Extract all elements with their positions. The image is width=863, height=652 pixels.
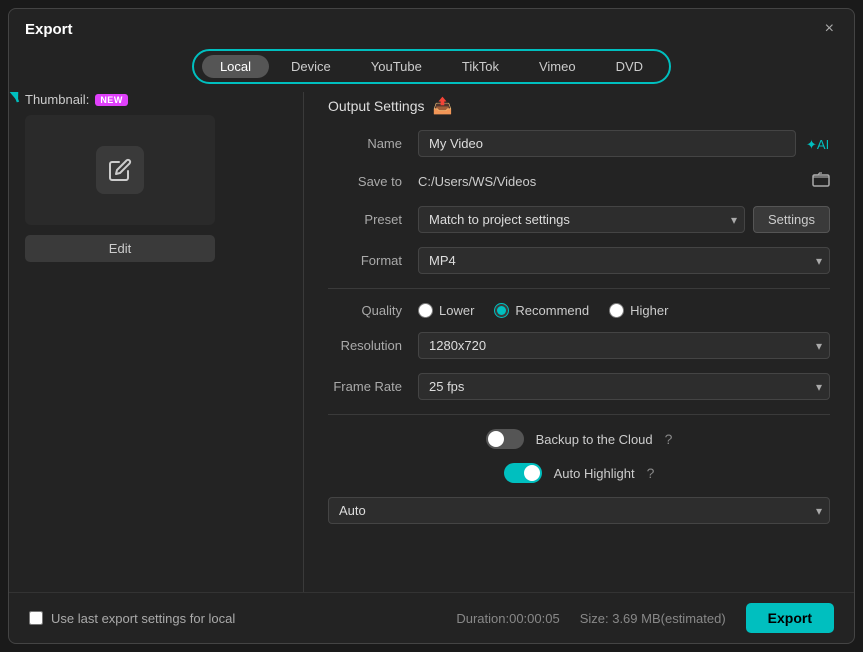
tab-tiktok[interactable]: TikTok	[444, 55, 517, 78]
right-panel: Output Settings 📤 Name ✦AI Save to	[312, 92, 838, 592]
backup-label: Backup to the Cloud	[536, 432, 653, 447]
save-to-label: Save to	[328, 174, 418, 189]
frame-rate-label: Frame Rate	[328, 379, 418, 394]
tabs-row: Local Device YouTube TikTok Vimeo DVD	[9, 39, 854, 92]
main-content: Thumbnail: NEW Edit Output Settings 📤	[9, 92, 854, 592]
output-settings-title-row: Output Settings 📤	[328, 96, 830, 116]
auto-highlight-row: Auto Highlight ?	[328, 463, 830, 483]
thumbnail-label-row: Thumbnail: NEW	[25, 92, 128, 107]
export-button[interactable]: Export	[746, 603, 834, 633]
left-panel: Thumbnail: NEW Edit	[25, 92, 295, 592]
format-select-wrapper: MP4	[418, 247, 830, 274]
quality-lower-radio[interactable]	[418, 303, 433, 318]
name-label: Name	[328, 136, 418, 151]
preset-label: Preset	[328, 212, 418, 227]
svg-text:✦AI: ✦AI	[806, 137, 828, 152]
name-input[interactable]	[418, 130, 796, 157]
edit-thumbnail-icon	[96, 146, 144, 194]
use-last-settings-checkbox[interactable]	[29, 611, 43, 625]
quality-control: Lower Recommend Higher	[418, 303, 830, 318]
format-select[interactable]: MP4	[418, 247, 830, 274]
output-settings-label: Output Settings	[328, 98, 425, 114]
thumbnail-label: Thumbnail:	[25, 92, 89, 107]
save-to-control: C:/Users/WS/Videos	[418, 171, 830, 192]
name-row: Name ✦AI	[328, 130, 830, 157]
output-settings-icon: 📤	[433, 96, 453, 116]
name-control: ✦AI	[418, 130, 830, 157]
vertical-divider	[303, 92, 304, 592]
quality-lower-label: Lower	[439, 303, 474, 318]
format-control: MP4	[418, 247, 830, 274]
frame-rate-select[interactable]: 25 fps	[418, 373, 830, 400]
folder-browse-button[interactable]	[812, 171, 830, 192]
new-badge: NEW	[95, 94, 128, 106]
backup-row: Backup to the Cloud ?	[328, 429, 830, 449]
backup-slider	[486, 429, 524, 449]
tab-dvd[interactable]: DVD	[598, 55, 661, 78]
dialog-footer: Use last export settings for local Durat…	[9, 592, 854, 643]
footer-right: Duration:00:00:05 Size: 3.69 MB(estimate…	[456, 603, 834, 633]
preset-row: Preset Match to project settings Setting…	[328, 206, 830, 233]
frame-rate-select-wrapper: 25 fps	[418, 373, 830, 400]
quality-row: Quality Lower Recommend High	[328, 303, 830, 318]
auto-highlight-select[interactable]: Auto	[328, 497, 830, 524]
resolution-select[interactable]: 1280x720	[418, 332, 830, 359]
settings-button[interactable]: Settings	[753, 206, 830, 233]
auto-highlight-help-icon[interactable]: ?	[647, 465, 655, 481]
quality-higher-option[interactable]: Higher	[609, 303, 668, 318]
save-to-row: Save to C:/Users/WS/Videos	[328, 171, 830, 192]
auto-highlight-toggle[interactable]	[504, 463, 542, 483]
preset-select-wrapper: Match to project settings	[418, 206, 745, 233]
use-last-settings-label: Use last export settings for local	[51, 611, 235, 626]
quality-recommend-option[interactable]: Recommend	[494, 303, 589, 318]
preset-select[interactable]: Match to project settings	[418, 206, 745, 233]
auto-highlight-label: Auto Highlight	[554, 466, 635, 481]
frame-rate-row: Frame Rate 25 fps	[328, 373, 830, 400]
thumbnail-box	[25, 115, 215, 225]
frame-rate-control: 25 fps	[418, 373, 830, 400]
duration-info: Duration:00:00:05	[456, 611, 559, 626]
tabs-container: Local Device YouTube TikTok Vimeo DVD	[192, 49, 671, 84]
tab-device[interactable]: Device	[273, 55, 349, 78]
quality-higher-label: Higher	[630, 303, 668, 318]
dialog-header: Export ×	[9, 9, 854, 39]
separator-2	[328, 414, 830, 415]
format-label: Format	[328, 253, 418, 268]
edit-button[interactable]: Edit	[25, 235, 215, 262]
quality-recommend-radio[interactable]	[494, 303, 509, 318]
resolution-control: 1280x720	[418, 332, 830, 359]
preset-control: Match to project settings Settings	[418, 206, 830, 233]
tab-youtube[interactable]: YouTube	[353, 55, 440, 78]
tab-vimeo[interactable]: Vimeo	[521, 55, 594, 78]
arrow-indicator	[9, 92, 30, 114]
quality-recommend-label: Recommend	[515, 303, 589, 318]
backup-toggle[interactable]	[486, 429, 524, 449]
dialog-title: Export	[25, 21, 73, 38]
resolution-label: Resolution	[328, 338, 418, 353]
quality-label: Quality	[328, 303, 418, 318]
ai-button[interactable]: ✦AI	[804, 135, 830, 153]
tab-local[interactable]: Local	[202, 55, 269, 78]
save-path-text: C:/Users/WS/Videos	[418, 174, 804, 189]
resolution-row: Resolution 1280x720	[328, 332, 830, 359]
size-info: Size: 3.69 MB(estimated)	[580, 611, 726, 626]
backup-help-icon[interactable]: ?	[665, 431, 673, 447]
format-row: Format MP4	[328, 247, 830, 274]
resolution-select-wrapper: 1280x720	[418, 332, 830, 359]
auto-highlight-slider	[504, 463, 542, 483]
close-button[interactable]: ×	[821, 19, 838, 39]
export-dialog: Export × Local Device YouTube TikTok Vim…	[8, 8, 855, 644]
quality-lower-option[interactable]: Lower	[418, 303, 474, 318]
quality-higher-radio[interactable]	[609, 303, 624, 318]
separator-1	[328, 288, 830, 289]
quality-options: Lower Recommend Higher	[418, 303, 668, 318]
footer-left: Use last export settings for local	[29, 611, 235, 626]
path-row: C:/Users/WS/Videos	[418, 171, 830, 192]
auto-highlight-dropdown-wrapper: Auto	[328, 497, 830, 524]
